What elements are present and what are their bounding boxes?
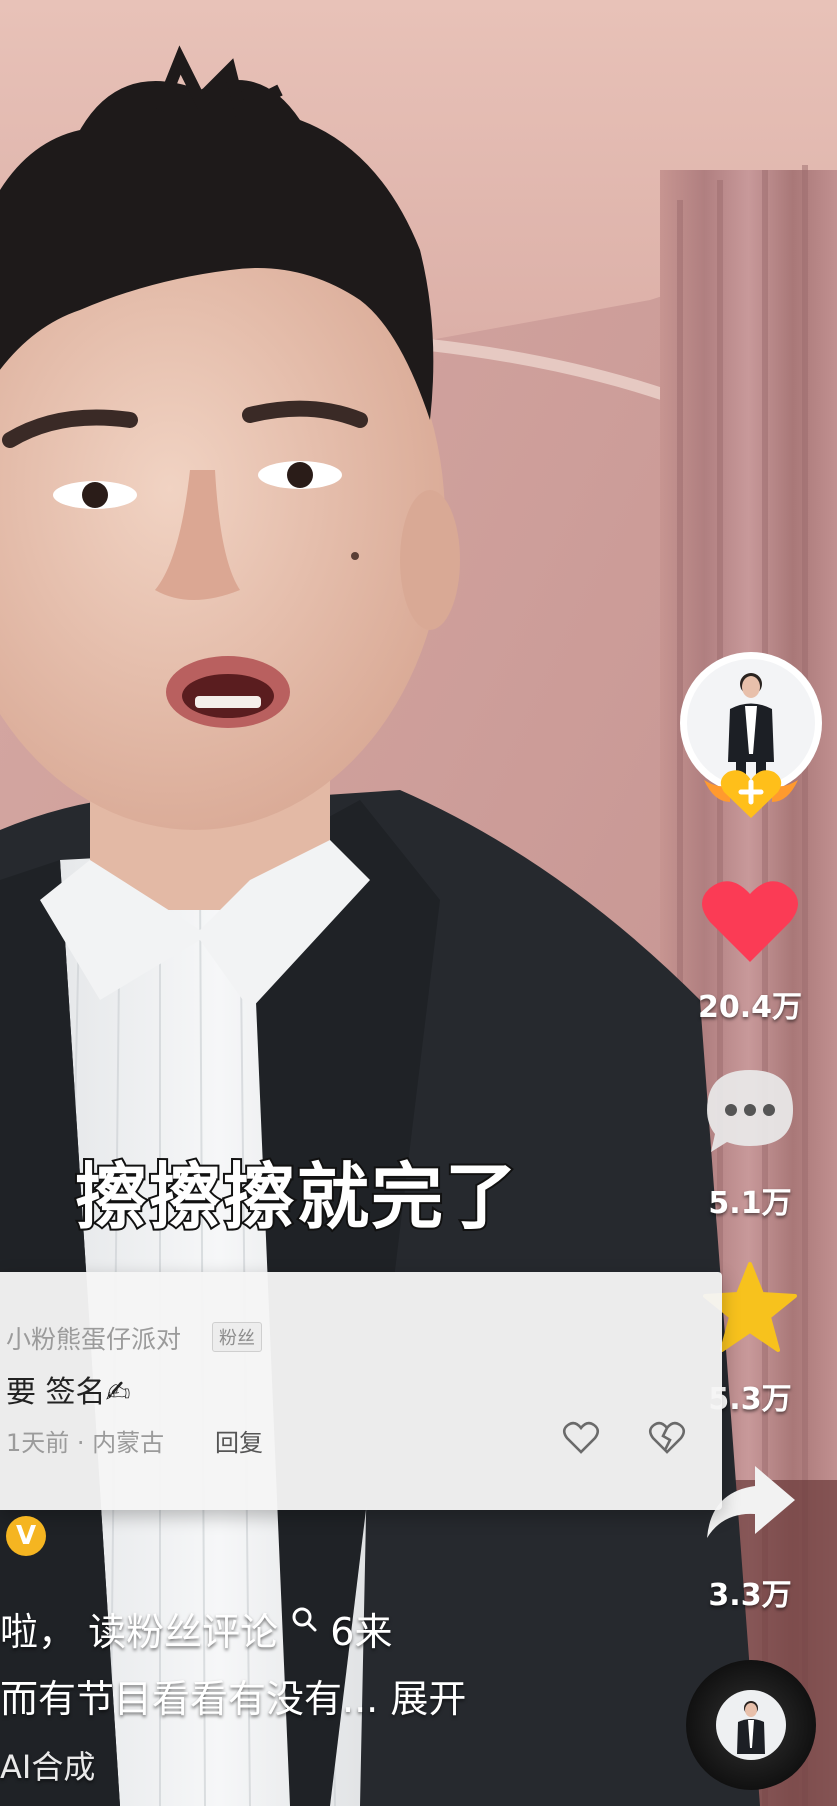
video-player[interactable]: 擦擦擦就完了 20.4万 5.1万 5.3万 3.3万 小粉熊蛋仔派对 粉丝 要… [0, 0, 837, 1806]
search-keyword-icon[interactable] [290, 1598, 318, 1632]
fan-badge: 粉丝 [212, 1322, 262, 1352]
reply-button[interactable]: 回复 [215, 1423, 263, 1458]
comment-count: 5.1万 [708, 1186, 792, 1221]
like-count: 20.4万 [697, 990, 803, 1025]
comment-username[interactable]: 小粉熊蛋仔派对 [6, 1320, 181, 1356]
expand-button[interactable]: 展开 [390, 1677, 466, 1721]
share-count: 3.3万 [708, 1578, 792, 1613]
caption-line-1: 啦， 读粉丝评论 6来 [0, 1598, 392, 1656]
caption-text-2: 而有节目看看有没有... [0, 1677, 379, 1721]
follow-button[interactable] [700, 762, 802, 822]
caption-text: 啦， 读粉丝评论 [0, 1610, 279, 1654]
comment-bubble-icon [707, 1070, 793, 1152]
comment-text: 要 签名✍ [6, 1375, 131, 1410]
follow-heart-icon [704, 770, 798, 818]
heart-outline-icon [562, 1421, 600, 1454]
broken-heart-icon [648, 1421, 686, 1454]
like-button[interactable] [700, 876, 800, 966]
music-disc[interactable] [686, 1660, 816, 1790]
caption-line-2: 而有节目看看有没有... 展开 [0, 1668, 466, 1723]
music-cover [716, 1690, 786, 1760]
comment-button[interactable] [703, 1066, 797, 1156]
comment-meta: 1天前 · 内蒙古 [6, 1429, 165, 1457]
verified-badge: V [6, 1516, 46, 1556]
comment-dislike-button[interactable] [648, 1420, 686, 1456]
ai-generated-label: AI合成 [0, 1748, 96, 1786]
heart-icon [702, 881, 798, 962]
music-cover-image [737, 1701, 765, 1754]
video-subtitle: 擦擦擦就完了 [73, 1153, 520, 1241]
comment-like-button[interactable] [562, 1420, 600, 1456]
caption-text-suffix: 6来 [330, 1610, 393, 1654]
